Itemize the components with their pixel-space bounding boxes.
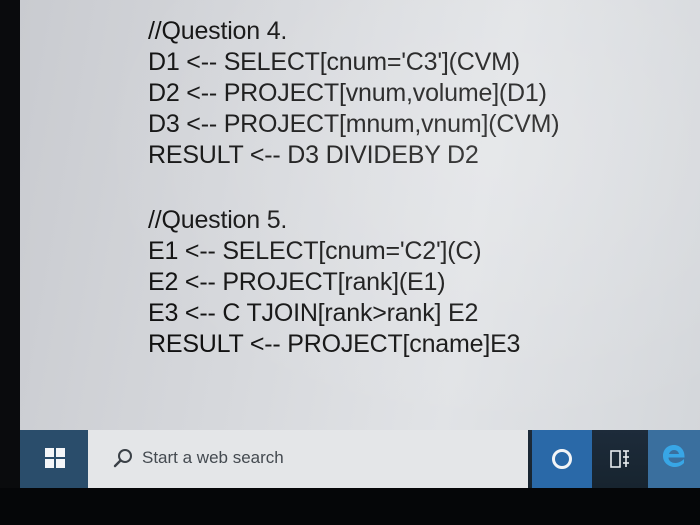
question-5-line-2: E2 <-- PROJECT[rank](E1)	[148, 268, 446, 296]
question-5-heading: //Question 5.	[148, 206, 288, 234]
taskbar: Start a web search	[20, 430, 700, 488]
question-4-line-1: D1 <-- SELECT[cnum='C3'](CVM)	[148, 48, 520, 76]
start-button[interactable]	[20, 430, 88, 488]
edge-browser-button[interactable]	[648, 430, 700, 488]
question-4-heading: //Question 4.	[148, 17, 288, 45]
question-5-line-1: E1 <-- SELECT[cnum='C2'](C)	[148, 237, 482, 265]
search-input[interactable]: Start a web search	[88, 430, 528, 488]
cortana-button[interactable]	[532, 430, 592, 488]
question-4-block: //Question 4. D1 <-- SELECT[cnum='C3'](C…	[148, 16, 668, 171]
windows-logo-icon	[45, 448, 65, 468]
photo-frame: //Question 4. D1 <-- SELECT[cnum='C3'](C…	[0, 0, 700, 525]
question-4-line-3: D3 <-- PROJECT[mnum,vnum](CVM)	[148, 110, 560, 138]
search-icon	[113, 449, 132, 468]
task-view-icon	[610, 450, 629, 468]
question-5-line-4: RESULT <-- PROJECT[cname]E3	[148, 330, 521, 358]
cortana-circle-icon	[552, 449, 572, 469]
monitor-bezel-bottom	[0, 488, 700, 525]
screen: //Question 4. D1 <-- SELECT[cnum='C3'](C…	[20, 0, 700, 488]
task-view-button[interactable]	[595, 430, 645, 488]
question-4-line-4: RESULT <-- D3 DIVIDEBY D2	[148, 141, 479, 169]
monitor-bezel-left	[0, 0, 20, 488]
search-placeholder: Start a web search	[142, 448, 284, 467]
edge-browser-icon	[663, 445, 685, 467]
question-5-block: //Question 5. E1 <-- SELECT[cnum='C2'](C…	[148, 205, 668, 360]
question-4-line-2: D2 <-- PROJECT[vnum,volume](D1)	[148, 79, 547, 107]
question-5-line-3: E3 <-- C TJOIN[rank>rank] E2	[148, 299, 479, 327]
